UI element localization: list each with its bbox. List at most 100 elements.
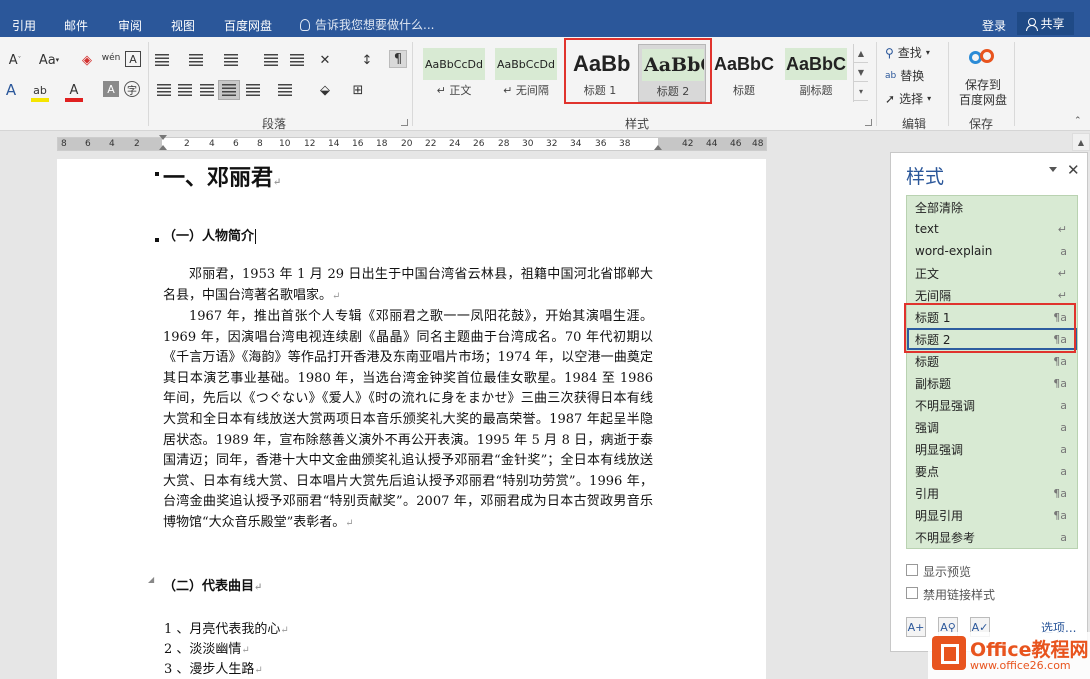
ruler-number: 30	[522, 139, 534, 149]
style-item-quote[interactable]: 引用 ¶a	[907, 482, 1077, 504]
person-icon	[1026, 17, 1039, 31]
share-label: 共享	[1040, 17, 1065, 31]
style-item-normal[interactable]: 正文 ↵	[907, 262, 1077, 284]
replace-button[interactable]: ab 替换	[885, 67, 924, 84]
highlight-color-button[interactable]: ab	[31, 81, 49, 102]
ruler-number: 34	[570, 139, 582, 149]
style-item-subtle-reference[interactable]: 不明显参考 a	[907, 526, 1077, 548]
decrease-indent-icon[interactable]	[264, 54, 278, 66]
font-size-down-button[interactable]: Aˇ	[6, 51, 24, 69]
tab-mailings[interactable]: 邮件	[64, 17, 88, 34]
tab-view[interactable]: 视图	[171, 17, 195, 34]
tab-review[interactable]: 审阅	[118, 17, 142, 34]
styles-group-label: 样式	[625, 117, 650, 131]
show-marks-icon[interactable]: ¶	[389, 50, 407, 68]
tab-baidu-netdisk[interactable]: 百度网盘	[224, 17, 272, 34]
group-separator	[948, 42, 949, 126]
ruler-number: 26	[473, 139, 485, 149]
ruler-number: 4	[109, 139, 115, 149]
style-item-text[interactable]: text ↵	[907, 218, 1077, 240]
char-shading-button[interactable]: A	[103, 81, 119, 97]
gallery-more-icon[interactable]: ▾	[854, 82, 868, 101]
gallery-style-subtitle[interactable]: AaBbC 副标题	[782, 44, 850, 102]
select-button[interactable]: ➚ 选择 ▾	[885, 90, 931, 107]
borders-icon[interactable]: ⊞	[349, 81, 367, 99]
gallery-style-normal[interactable]: AaBbCcDd ↵ 正文	[420, 44, 488, 102]
styles-pane: 样式 ✕ 全部清除 text ↵ word-explain a 正文 ↵ 无间隔 ↵ 标…	[890, 152, 1088, 652]
paragraph-2[interactable]: 1967 年，推出首张个人专辑《邓丽君之歌一一凤阳花鼓》，开始其演唱生涯。196…	[163, 307, 653, 535]
style-item-subtitle[interactable]: 副标题 ¶a	[907, 372, 1077, 394]
ruler-number: 8	[61, 139, 67, 149]
gallery-scroll[interactable]: ▲ ▼ ▾	[853, 44, 868, 102]
horizontal-ruler[interactable]: 8 6 4 2 2 4 6 8 10 12 14 16 18 20 22 24 …	[57, 135, 767, 151]
style-item-intense-quote[interactable]: 明显引用 ¶a	[907, 504, 1077, 526]
paragraph-1[interactable]: 邓丽君，1953 年 1 月 29 日出生于中国台湾省云林县，祖籍中国河北省邯郸…	[163, 265, 653, 307]
list-item[interactable]: 3 、漫步人生路↵	[164, 658, 263, 677]
disable-linked-checkbox[interactable]	[906, 587, 918, 599]
text-effects-button[interactable]: A	[2, 81, 20, 99]
share-button[interactable]: 共享	[1017, 12, 1074, 35]
find-button[interactable]: ⚲ 查找 ▾	[885, 44, 930, 61]
change-case-button[interactable]: Aa ▾	[36, 51, 62, 69]
phonetic-guide-button[interactable]: wén	[102, 49, 121, 67]
increase-indent-icon[interactable]	[290, 54, 304, 66]
gallery-down-icon[interactable]: ▼	[854, 63, 868, 82]
watermark-url: www.office26.com	[970, 659, 1071, 672]
gallery-up-icon[interactable]: ▲	[854, 44, 868, 63]
line-spacing-icon[interactable]	[278, 84, 292, 96]
justify-icon	[222, 84, 236, 96]
style-item-subtle-emphasis[interactable]: 不明显强调 a	[907, 394, 1077, 416]
login-link[interactable]: 登录	[982, 17, 1006, 34]
heading-1[interactable]: 一、邓丽君↵	[163, 160, 281, 192]
style-item-clear-all[interactable]: 全部清除	[907, 196, 1077, 218]
style-item-emphasis[interactable]: 强调 a	[907, 416, 1077, 438]
close-icon[interactable]: ✕	[1067, 161, 1080, 179]
ruler-number: 36	[595, 139, 607, 149]
shading-icon[interactable]: ⬙	[316, 81, 334, 99]
sort-icon[interactable]: ↕	[358, 51, 376, 69]
heading-2-intro[interactable]: （一）人物简介	[163, 225, 257, 244]
show-preview-checkbox[interactable]	[906, 564, 918, 576]
style-item-word-explain[interactable]: word-explain a	[907, 240, 1077, 262]
font-color-button[interactable]: A	[65, 81, 83, 102]
ruler-number: 2	[184, 139, 190, 149]
first-line-indent-marker[interactable]	[159, 135, 167, 140]
highlight-box	[904, 303, 1076, 353]
collapse-triangle-icon[interactable]: ◢	[148, 575, 154, 584]
chinese-layout-icon[interactable]: ✕	[316, 51, 334, 69]
tab-references[interactable]: 引用	[12, 17, 36, 34]
align-right-icon[interactable]	[200, 84, 214, 96]
cloud-icon	[967, 47, 997, 69]
multilevel-list-icon[interactable]	[224, 54, 238, 66]
save-to-baidu-button[interactable]: 保存到 百度网盘	[955, 78, 1011, 108]
ruler-number: 44	[706, 139, 718, 149]
gallery-style-no-spacing[interactable]: AaBbCcDd ↵ 无间隔	[492, 44, 560, 102]
right-indent-marker[interactable]	[654, 145, 662, 150]
heading-2-songs[interactable]: （二）代表曲目↵	[163, 575, 262, 594]
gallery-style-title[interactable]: AaBbC 标题	[710, 44, 778, 102]
style-item-title[interactable]: 标题 ¶a	[907, 350, 1077, 372]
list-item[interactable]: 1 、月亮代表我的心↵	[164, 618, 289, 637]
ruler-number: 46	[730, 139, 742, 149]
distributed-icon[interactable]	[246, 84, 260, 96]
bullets-icon[interactable]	[155, 54, 169, 66]
tell-me-text: 告诉我您想要做什么...	[315, 18, 435, 32]
style-item-strong[interactable]: 要点 a	[907, 460, 1077, 482]
scroll-up-icon[interactable]: ▲	[1072, 133, 1090, 151]
numbering-icon[interactable]	[189, 54, 203, 66]
hanging-indent-marker[interactable]	[159, 145, 167, 150]
paragraph-launcher-icon[interactable]	[401, 119, 408, 126]
list-item[interactable]: 2 、淡淡幽情↵	[164, 638, 250, 657]
new-style-icon[interactable]: A+	[906, 617, 926, 637]
clear-format-icon[interactable]: ◈	[78, 51, 96, 69]
collapse-ribbon-icon[interactable]: ⌃	[1074, 116, 1082, 126]
style-item-intense-emphasis[interactable]: 明显强调 a	[907, 438, 1077, 460]
enclose-char-button[interactable]: 字	[124, 81, 140, 97]
align-left-icon[interactable]	[157, 84, 171, 96]
align-center-icon[interactable]	[178, 84, 192, 96]
tell-me-box[interactable]: 告诉我您想要做什么...	[300, 16, 434, 33]
styles-launcher-icon[interactable]	[865, 119, 872, 126]
pane-menu-icon[interactable]	[1049, 167, 1057, 172]
char-border-button[interactable]: A	[125, 51, 141, 67]
ruler-number: 28	[498, 139, 510, 149]
